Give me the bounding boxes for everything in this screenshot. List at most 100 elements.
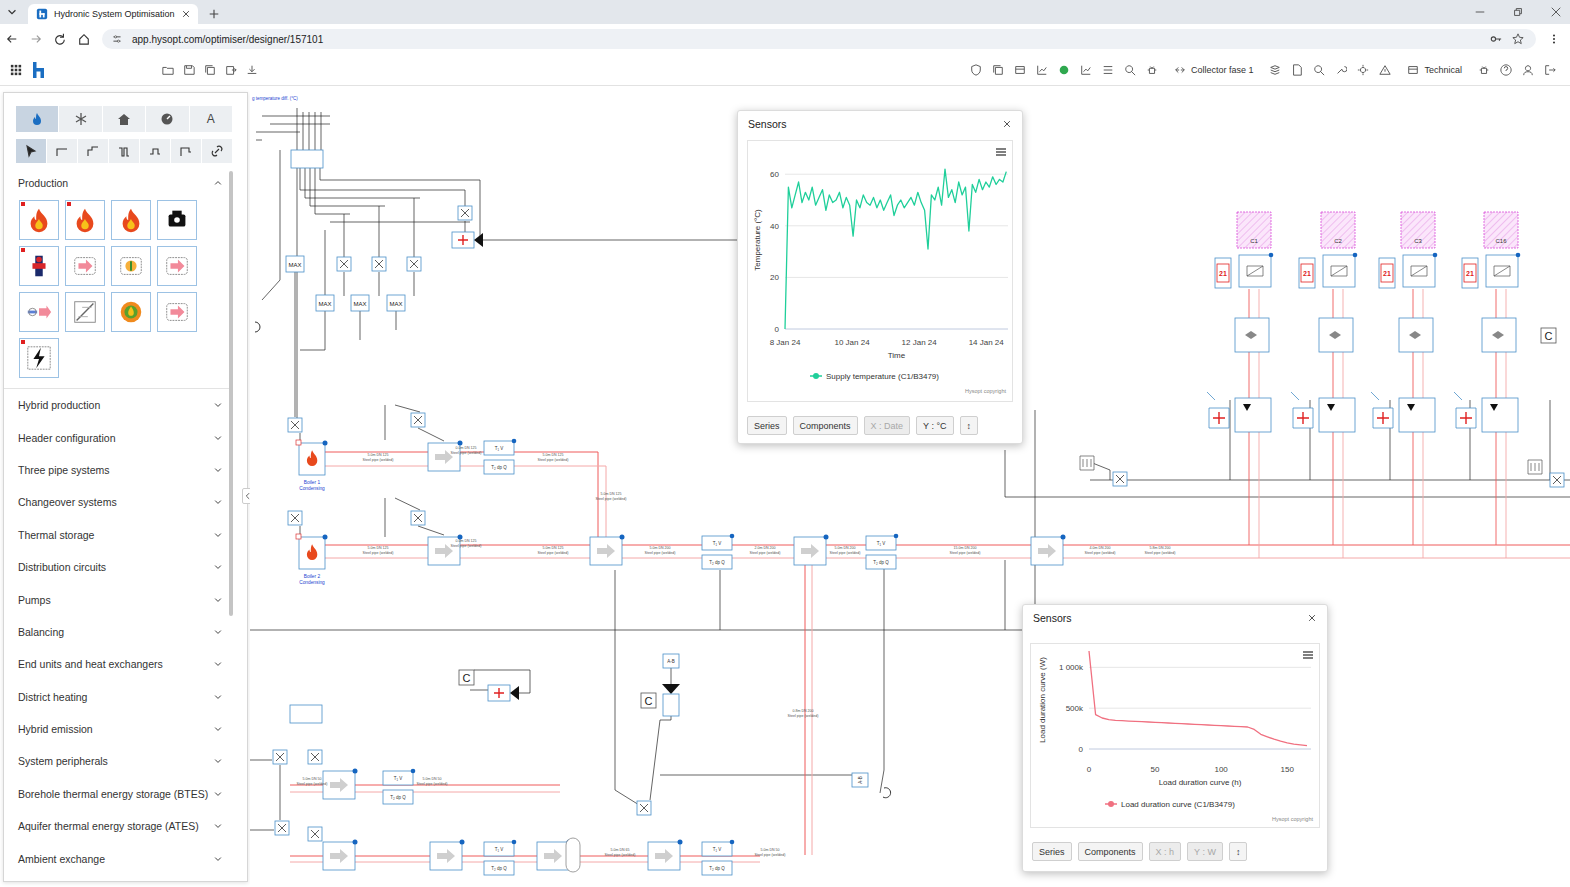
control-line[interactable]: [1035, 410, 1036, 630]
control-line[interactable]: [250, 630, 1035, 631]
close-icon[interactable]: [1002, 119, 1012, 129]
multiply-block[interactable]: [308, 750, 322, 764]
export-icon[interactable]: [225, 64, 237, 76]
component-tile[interactable]: [157, 292, 197, 332]
multiply-block[interactable]: [411, 413, 425, 427]
pipe-label[interactable]: 15.0m DN 200Steel pipe (welded): [950, 546, 981, 555]
folder-icon[interactable]: [162, 64, 174, 76]
new-tab-icon[interactable]: [208, 8, 220, 20]
hydraulic-component[interactable]: [323, 769, 358, 800]
control-line[interactable]: [310, 168, 385, 206]
home-icon[interactable]: [78, 33, 90, 45]
control-line[interactable]: [465, 190, 466, 206]
copy-icon[interactable]: [204, 64, 216, 76]
library-tab[interactable]: [16, 106, 59, 132]
control-line[interactable]: [330, 222, 470, 223]
pipe-label[interactable]: 5.0m DN 125Steel pipe (welded): [596, 492, 627, 501]
control-line[interactable]: [305, 168, 420, 198]
pipe-label[interactable]: 5.0m DN 125Steel pipe (welded): [363, 453, 394, 462]
section-header[interactable]: End units and heat exchangers: [4, 648, 229, 680]
sensor-pair[interactable]: T₁ VT₂ dp Q: [383, 769, 415, 804]
multiply-block[interactable]: [1113, 472, 1127, 486]
pipe-label[interactable]: 5.0m DN 50Steel pipe (welded): [755, 848, 786, 857]
header-collector[interactable]: [290, 705, 322, 723]
series-line[interactable]: [785, 169, 1006, 329]
return-pipe[interactable]: [812, 558, 813, 855]
return-pipe[interactable]: [325, 466, 606, 558]
section-header[interactable]: Pumps: [4, 583, 229, 615]
site-info-icon[interactable]: [112, 34, 122, 44]
section-header[interactable]: Distribution circuits: [4, 551, 229, 583]
max-block[interactable]: MAX: [286, 256, 304, 272]
pipe-label[interactable]: 5.0m DN 50Steel pipe (welded): [417, 777, 448, 786]
control-line[interactable]: [1005, 450, 1570, 497]
bug-icon[interactable]: [1146, 64, 1158, 76]
copy-icon[interactable]: [992, 64, 1004, 76]
hydraulic-component[interactable]: [590, 535, 625, 566]
chart-option-button[interactable]: Series: [1032, 842, 1072, 861]
multiply-block[interactable]: [372, 257, 386, 271]
control-line[interactable]: [1090, 480, 1570, 481]
gear-icon[interactable]: [1357, 64, 1369, 76]
sensors-window[interactable]: Sensors02040608 Jan 2410 Jan 2412 Jan 24…: [737, 110, 1023, 444]
section-header[interactable]: Hybrid emission: [4, 713, 229, 745]
supply-pipe[interactable]: [290, 856, 760, 857]
sensor-pair[interactable]: T₁ VT₂ dp Q: [702, 534, 734, 569]
pipe-label[interactable]: 2.0m DN 200Steel pipe (welded): [750, 546, 781, 555]
browser-menu-icon[interactable]: [1548, 33, 1560, 45]
pipe-label[interactable]: 0.0m DN 125Steel pipe (welded): [451, 446, 482, 455]
section-header[interactable]: Changeover systems: [4, 486, 229, 518]
control-line[interactable]: [300, 168, 465, 190]
window-header[interactable]: Sensors: [1023, 605, 1327, 631]
distribution-circuit[interactable]: C221: [1291, 212, 1357, 432]
control-line[interactable]: [262, 150, 280, 300]
control-valve[interactable]: [663, 694, 679, 716]
sensor-pair[interactable]: T₁ VT₂ dp Q: [484, 439, 516, 474]
library-tab[interactable]: [103, 106, 146, 132]
chart-menu-icon[interactable]: [1303, 652, 1313, 658]
control-line[interactable]: [660, 775, 860, 776]
pipe-label[interactable]: 0.8m DN 200Steel pipe (welded): [788, 709, 819, 718]
shield-icon[interactable]: [970, 64, 982, 76]
pipe-label[interactable]: 5.0m DN 200Steel pipe (welded): [645, 546, 676, 555]
chart-option-button[interactable]: ↕: [1229, 842, 1248, 861]
max-block[interactable]: MAX: [351, 295, 369, 311]
control-line[interactable]: [344, 272, 345, 296]
search-icon[interactable]: [1124, 64, 1136, 76]
control-line[interactable]: [379, 206, 380, 257]
radiator-icon[interactable]: [1080, 456, 1094, 470]
tab-list-icon[interactable]: [6, 6, 18, 18]
control-line[interactable]: [250, 760, 272, 761]
url-field[interactable]: app.hysopt.com/optimiser/designer/157101: [102, 29, 1536, 49]
control-line[interactable]: [414, 198, 415, 257]
bug-icon[interactable]: [1478, 64, 1490, 76]
component-tile[interactable]: [19, 200, 59, 240]
library-tab[interactable]: [59, 106, 102, 132]
pipe-label[interactable]: 4.0m DN 200Steel pipe (welded): [1085, 546, 1116, 555]
chart-option-button[interactable]: Components: [793, 416, 858, 435]
library-tab[interactable]: [146, 106, 189, 132]
multiply-block[interactable]: [288, 511, 302, 525]
control-line[interactable]: [615, 570, 644, 808]
control-line[interactable]: [884, 560, 885, 770]
control-line[interactable]: [309, 112, 310, 150]
hydraulic-component[interactable]: [430, 840, 465, 871]
multiply-block[interactable]: [407, 257, 421, 271]
help-icon[interactable]: [1500, 64, 1512, 76]
drawing-tool[interactable]: [78, 139, 109, 163]
boiler[interactable]: Boiler 1Condensing: [296, 440, 328, 491]
max-block[interactable]: MAX: [316, 295, 334, 311]
component-tile[interactable]: [19, 246, 59, 286]
buffer-tank[interactable]: [566, 838, 580, 872]
chart-icon[interactable]: [1080, 64, 1092, 76]
control-line[interactable]: [385, 405, 386, 440]
drawing-tool[interactable]: [47, 139, 78, 163]
sum-block[interactable]: [488, 685, 519, 701]
save-icon[interactable]: [183, 64, 195, 76]
back-icon[interactable]: [6, 33, 18, 45]
chart-option-button[interactable]: Components: [1078, 842, 1143, 861]
multiply-block[interactable]: [1550, 473, 1564, 487]
section-header[interactable]: District heating: [4, 681, 229, 713]
controller-block[interactable]: C: [1541, 328, 1556, 343]
section-header[interactable]: Ambient exchange: [4, 842, 229, 874]
